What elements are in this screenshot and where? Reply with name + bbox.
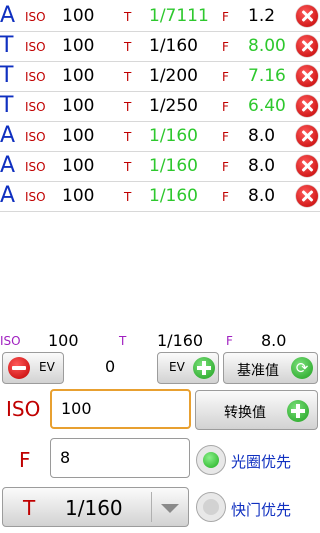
iso-label: ISO xyxy=(25,190,46,204)
t-label: T xyxy=(124,130,132,144)
f-value: 7.16 xyxy=(248,66,286,86)
mode-letter: T xyxy=(0,93,14,118)
summary-iso-label: ISO xyxy=(0,334,21,348)
t-label: T xyxy=(124,160,132,174)
list-item[interactable]: A ISO 100 T 1/160 F 8.0 xyxy=(0,151,320,182)
radio-unselected-indicator xyxy=(203,499,219,515)
t-label: T xyxy=(124,10,132,24)
f-input[interactable]: 8 xyxy=(50,438,190,478)
t-label: T xyxy=(124,40,132,54)
list-item[interactable]: A ISO 100 T 1/160 F 8.0 xyxy=(0,121,320,152)
t-value: 1/160 xyxy=(149,36,198,56)
iso-input-value: 100 xyxy=(61,399,92,418)
aperture-priority-radio[interactable] xyxy=(196,445,226,475)
mode-letter: A xyxy=(0,183,16,208)
radio-selected-indicator xyxy=(203,452,219,468)
mode-letter: T xyxy=(0,63,14,88)
summary-t-label: T xyxy=(119,334,127,348)
iso-value: 100 xyxy=(62,186,95,206)
delete-icon[interactable] xyxy=(296,35,318,57)
delete-icon[interactable] xyxy=(296,185,318,207)
convert-button[interactable]: 转换值 xyxy=(195,390,318,430)
f-label: F xyxy=(222,70,229,84)
t-value: 1/200 xyxy=(149,66,198,86)
t-value: 1/250 xyxy=(149,96,198,116)
refresh-icon: ⟳ xyxy=(291,357,313,379)
t-label: T xyxy=(124,70,132,84)
f-label: F xyxy=(222,40,229,54)
ev-increase-label: EV xyxy=(169,360,185,374)
iso-input[interactable]: 100 xyxy=(50,389,191,429)
f-value: 8.0 xyxy=(248,186,276,206)
iso-value: 100 xyxy=(62,66,95,86)
f-value: 6.40 xyxy=(248,96,286,116)
f-label: F xyxy=(222,160,229,174)
iso-label: ISO xyxy=(25,10,46,24)
aperture-priority-label[interactable]: 光圈优先 xyxy=(231,451,291,472)
iso-value: 100 xyxy=(62,6,95,26)
f-label: F xyxy=(222,100,229,114)
iso-label: ISO xyxy=(25,100,46,114)
delete-icon[interactable] xyxy=(296,5,318,27)
chevron-down-icon xyxy=(161,504,179,513)
iso-label: ISO xyxy=(25,160,46,174)
iso-value: 100 xyxy=(62,96,95,116)
ev-value: 0 xyxy=(105,357,116,376)
t-label: T xyxy=(124,100,132,114)
plus-icon xyxy=(287,400,309,422)
delete-icon[interactable] xyxy=(296,95,318,117)
mode-letter: T xyxy=(0,33,14,58)
t-label: T xyxy=(124,190,132,204)
f-value: 8.00 xyxy=(248,36,286,56)
baseline-button[interactable]: 基准值 ⟳ xyxy=(223,352,318,384)
t-value: 1/160 xyxy=(149,156,198,176)
f-value: 8.0 xyxy=(248,126,276,146)
summary-iso-value: 100 xyxy=(48,331,79,350)
list-item[interactable]: A ISO 100 T 1/160 F 8.0 xyxy=(0,181,320,212)
convert-label: 转换值 xyxy=(224,405,266,421)
mode-letter: A xyxy=(0,3,16,28)
ev-decrease-label: EV xyxy=(39,360,55,374)
delete-icon[interactable] xyxy=(296,65,318,87)
f-label: F xyxy=(222,130,229,144)
list-item[interactable]: T ISO 100 T 1/160 F 8.00 xyxy=(0,31,320,62)
f-value: 1.2 xyxy=(248,6,276,26)
iso-value: 100 xyxy=(62,156,95,176)
list-item[interactable]: T ISO 100 T 1/250 F 6.40 xyxy=(0,91,320,122)
plus-icon xyxy=(193,357,215,379)
iso-label: ISO xyxy=(25,130,46,144)
summary-f-value: 8.0 xyxy=(261,331,287,350)
summary-t-value: 1/160 xyxy=(157,331,204,350)
f-value: 8.0 xyxy=(248,156,276,176)
minus-icon xyxy=(8,357,30,379)
shutter-priority-radio[interactable] xyxy=(196,492,226,522)
t-value: 1/160 xyxy=(149,186,198,206)
iso-label: ISO xyxy=(25,70,46,84)
iso-field-label: ISO xyxy=(6,397,41,421)
f-field-label: F xyxy=(19,448,31,472)
list-item[interactable]: A ISO 100 T 1/7111 F 1.2 xyxy=(0,1,320,32)
delete-icon[interactable] xyxy=(296,155,318,177)
t-value: 1/160 xyxy=(149,126,198,146)
spinner-divider xyxy=(151,492,152,522)
t-value: 1/7111 xyxy=(149,6,209,26)
baseline-label: 基准值 xyxy=(237,363,279,379)
ev-increase-button[interactable]: EV xyxy=(157,352,219,384)
iso-value: 100 xyxy=(62,126,95,146)
f-label: F xyxy=(222,190,229,204)
shutter-spinner[interactable]: T 1/160 xyxy=(2,487,189,527)
f-input-value: 8 xyxy=(60,448,71,467)
summary-f-label: F xyxy=(226,334,233,348)
list-item[interactable]: T ISO 100 T 1/200 F 7.16 xyxy=(0,61,320,92)
delete-icon[interactable] xyxy=(296,125,318,147)
iso-value: 100 xyxy=(62,36,95,56)
ev-decrease-button[interactable]: EV xyxy=(2,352,64,384)
t-spinner-label: T xyxy=(23,496,36,520)
iso-label: ISO xyxy=(25,40,46,54)
shutter-priority-label[interactable]: 快门优先 xyxy=(231,499,291,520)
mode-letter: A xyxy=(0,153,16,178)
t-spinner-value: 1/160 xyxy=(65,496,123,520)
f-label: F xyxy=(222,10,229,24)
mode-letter: A xyxy=(0,123,16,148)
